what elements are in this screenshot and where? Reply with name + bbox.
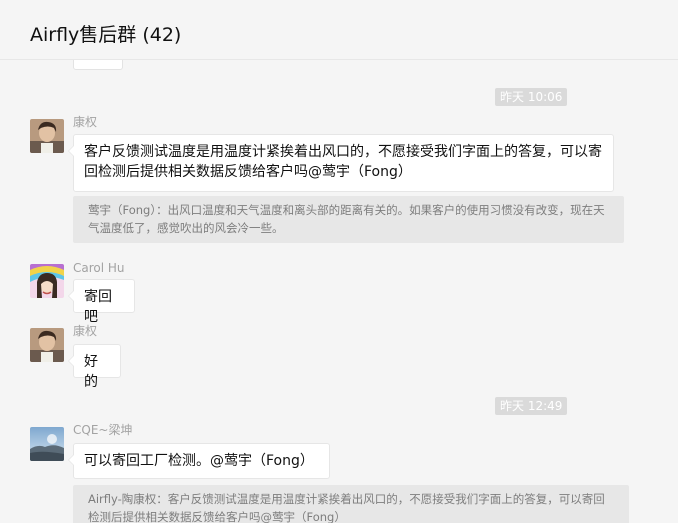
- person-photo-icon: [30, 264, 64, 298]
- sender-name: Carol Hu: [73, 261, 125, 275]
- timestamp-badge: 昨天 12:49: [495, 397, 568, 415]
- message-bubble[interactable]: 客户反馈测试温度是用温度计紧挨着出风口的，不愿接受我们字面上的答复，可以寄回检测…: [68, 134, 614, 192]
- landscape-photo-icon: [30, 427, 64, 461]
- kangquan-avatar[interactable]: [30, 119, 64, 153]
- message-bubble[interactable]: 好的: [68, 344, 121, 390]
- message-bubble[interactable]: 可以寄回工厂检测。@莺宇（Fong）: [68, 443, 330, 479]
- message-bubble[interactable]: 寄回吧: [68, 279, 135, 325]
- sender-name: CQE~梁坤: [73, 423, 133, 437]
- person-photo-icon: [30, 119, 64, 153]
- quoted-message[interactable]: Airfly-陶康权：客户反馈测试温度是用温度计紧挨着出风口的，不愿接受我们字面…: [73, 485, 629, 523]
- chat-header: Airfly售后群 (42): [0, 0, 678, 60]
- chat-title: Airfly售后群 (42): [30, 24, 182, 46]
- previous-message-bubble[interactable]: [73, 60, 123, 70]
- quoted-message[interactable]: 莺宇（Fong）：出风口温度和天气温度和离头部的距离有关的。如果客户的使用习惯没…: [73, 196, 624, 243]
- cqe-avatar[interactable]: [30, 427, 64, 461]
- message-list[interactable]: 昨天 10:06 康权 客户反馈测试温度是用温度计紧挨着出风口的，不愿接受我们字…: [0, 60, 678, 523]
- chat-window: Airfly售后群 (42) 昨天 10:06 康权 客户反馈测试温度是用温度计…: [0, 0, 678, 523]
- person-photo-icon: [30, 328, 64, 362]
- timestamp-badge: 昨天 10:06: [495, 88, 568, 106]
- sender-name: 康权: [73, 324, 98, 338]
- carolhu-avatar[interactable]: [30, 264, 64, 298]
- sender-name: 康权: [73, 115, 98, 129]
- kangquan-avatar[interactable]: [30, 328, 64, 362]
